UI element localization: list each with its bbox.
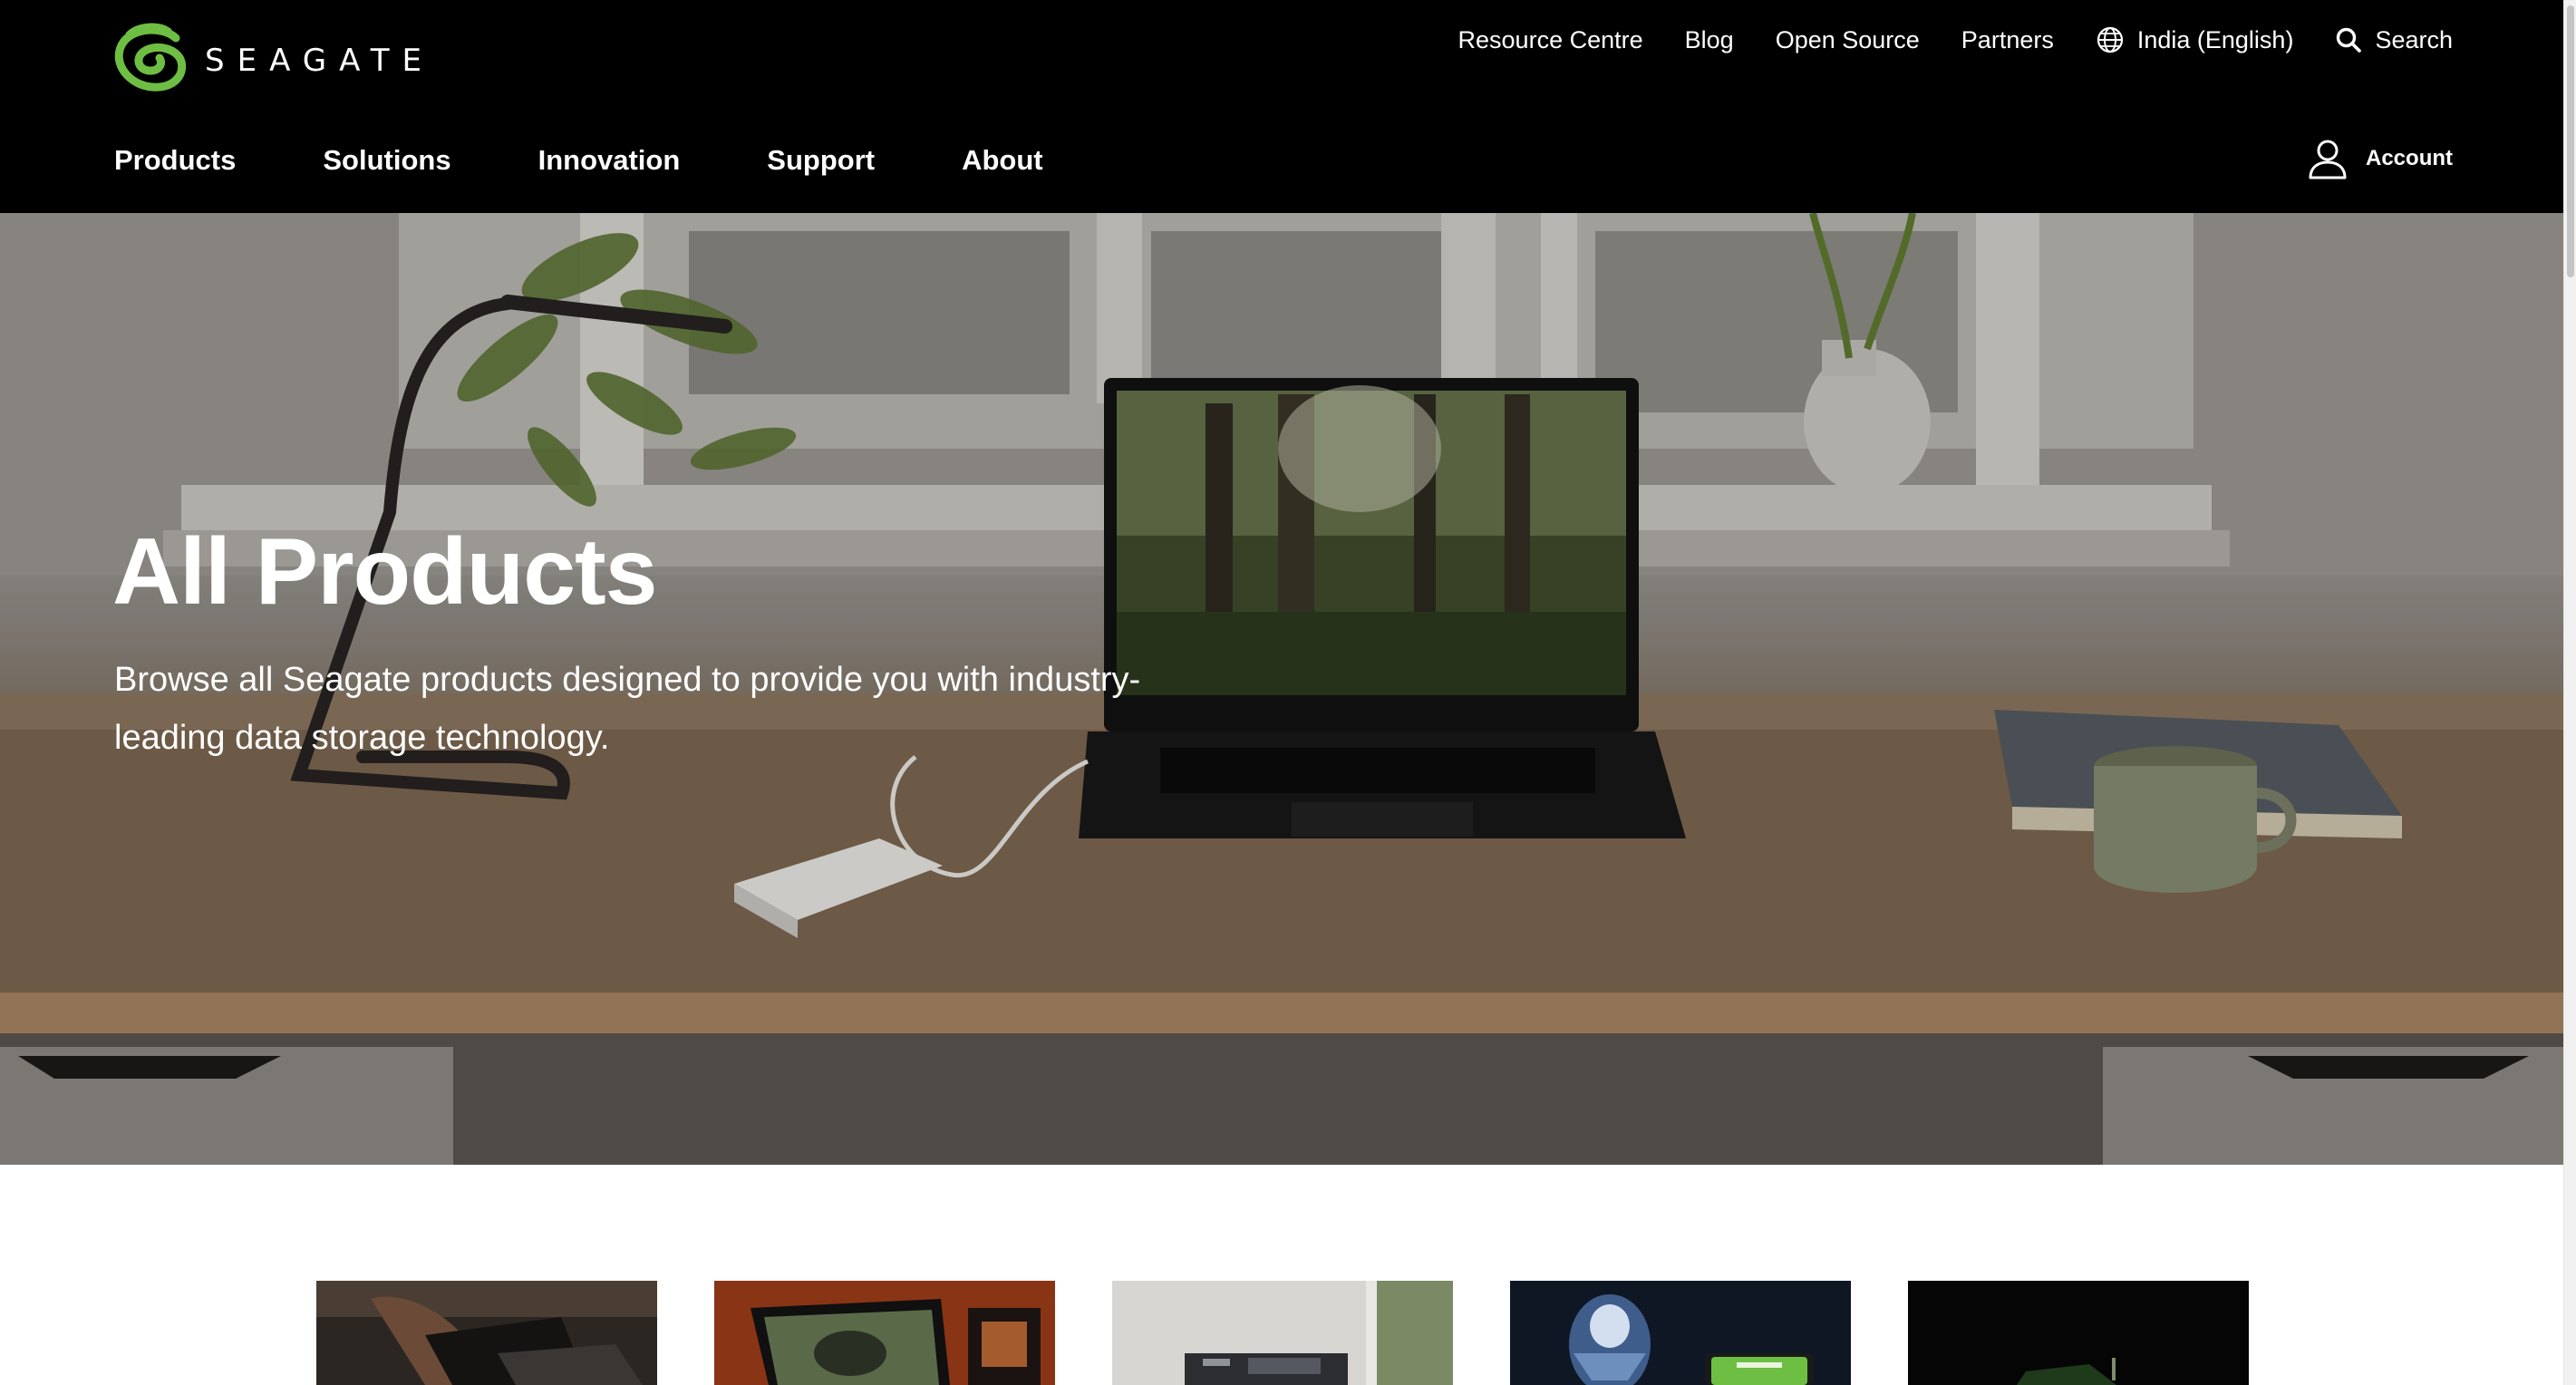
nav-solutions[interactable]: Solutions xyxy=(323,144,450,177)
search-button[interactable]: Search xyxy=(2335,26,2453,54)
nav-products[interactable]: Products xyxy=(114,144,236,177)
nav-support[interactable]: Support xyxy=(767,144,875,177)
category-card-image xyxy=(1510,1281,1851,1385)
search-icon xyxy=(2337,27,2362,53)
product-category-grid xyxy=(0,1281,2563,1385)
account-label: Account xyxy=(2366,146,2453,170)
utility-link-partners[interactable]: Partners xyxy=(1961,26,2054,54)
main-nav: Products Solutions Innovation Support Ab… xyxy=(114,140,1043,180)
nav-innovation[interactable]: Innovation xyxy=(538,144,681,177)
nav-about[interactable]: About xyxy=(962,144,1043,177)
page-title: All Products xyxy=(112,519,658,625)
account-button[interactable]: Account xyxy=(2308,138,2453,179)
site-header: SEAGATE Resource Centre Blog Open Source… xyxy=(0,0,2563,213)
region-selector[interactable]: India (English) xyxy=(2096,25,2294,54)
category-card[interactable] xyxy=(316,1281,657,1385)
category-card[interactable] xyxy=(1112,1281,1453,1385)
utility-nav: Resource Centre Blog Open Source Partner… xyxy=(1458,22,2453,58)
category-card[interactable] xyxy=(714,1281,1055,1385)
category-card-image xyxy=(1908,1281,2249,1385)
hero-banner: All Products Browse all Seagate products… xyxy=(0,213,2563,1165)
seagate-logo[interactable]: SEAGATE xyxy=(112,22,434,94)
brand-wordmark: SEAGATE xyxy=(205,43,434,79)
category-card[interactable] xyxy=(1908,1281,2249,1385)
category-card[interactable] xyxy=(1510,1281,1851,1385)
utility-link-open-source[interactable]: Open Source xyxy=(1776,26,1920,54)
utility-link-blog[interactable]: Blog xyxy=(1685,26,1734,54)
hero-description: Browse all Seagate products designed to … xyxy=(114,661,1141,757)
category-card-image xyxy=(316,1281,657,1385)
utility-link-resource-centre[interactable]: Resource Centre xyxy=(1458,26,1643,54)
page-scrollbar[interactable] xyxy=(2563,0,2576,1385)
scrollbar-thumb[interactable] xyxy=(2567,5,2574,277)
region-label: India (English) xyxy=(2136,25,2294,53)
globe-icon xyxy=(2097,26,2123,53)
seagate-swirl-icon xyxy=(114,23,187,92)
search-label: Search xyxy=(2375,25,2453,53)
user-icon xyxy=(2309,140,2347,179)
category-card-image xyxy=(1112,1281,1453,1385)
category-card-image xyxy=(714,1281,1055,1385)
